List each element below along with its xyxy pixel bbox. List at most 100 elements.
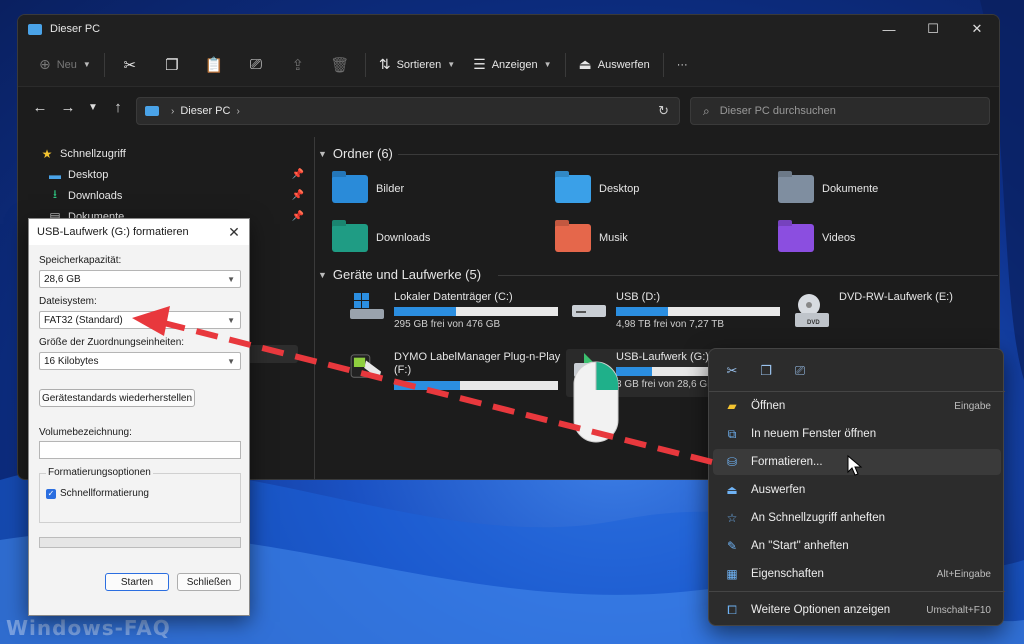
menu-item-open[interactable]: ▰ Öffnen Eingabe	[713, 393, 1001, 419]
chevron-down-icon: ▼	[543, 60, 552, 69]
forward-arrow-icon[interactable]: →	[54, 99, 82, 116]
delete-icon[interactable]: 🗑	[319, 50, 361, 80]
sidebar-item-quick-access[interactable]: ★ Schnellzugriff	[18, 143, 304, 164]
format-dialog: USB-Laufwerk (G:) formatieren ✕ Speicher…	[28, 218, 250, 616]
watermark: Windows-FAQ	[6, 616, 171, 640]
music-folder-icon	[555, 224, 591, 252]
view-button[interactable]: ☰ Anzeigen ▼	[464, 50, 560, 80]
label-printer-icon	[350, 354, 381, 380]
folder-open-icon: ▰	[727, 399, 737, 413]
copy-icon[interactable]: ❐	[749, 363, 783, 379]
menu-item-pin-start[interactable]: ✎ An "Start" anheften	[713, 533, 1001, 559]
menu-item-pin-quick-access[interactable]: ☆ An Schnellzugriff anheften	[713, 505, 1001, 531]
folder-music[interactable]: Musik	[555, 224, 628, 252]
breadcrumb-chevron-icon: ›	[236, 105, 240, 117]
chevron-down-icon: ▼	[318, 269, 327, 280]
chevron-down-icon: ▼	[227, 274, 235, 284]
refresh-icon[interactable]: ↻	[658, 103, 669, 119]
menu-item-properties[interactable]: ▦ Eigenschaften Alt+Eingabe	[713, 561, 1001, 587]
more-button[interactable]: ···	[668, 50, 697, 80]
sort-icon: ⇅	[378, 56, 391, 72]
format-icon: ⛁	[726, 455, 738, 469]
drive-e[interactable]: DVD DVD-RW-Laufwerk (E:)	[795, 291, 995, 337]
maximize-button[interactable]: ☐	[911, 15, 955, 43]
view-icon: ☰	[473, 56, 486, 72]
menu-item-open-new-window[interactable]: ⧉ In neuem Fenster öffnen	[713, 421, 1001, 447]
recent-locations-icon[interactable]: ▼	[82, 102, 104, 113]
chevron-down-icon: ▼	[227, 315, 235, 325]
minimize-button[interactable]: —	[867, 15, 911, 43]
sort-button[interactable]: ⇅ Sortieren ▼	[370, 50, 464, 80]
star-icon: ☆	[726, 511, 738, 525]
breadcrumb[interactable]: Dieser PC	[180, 105, 230, 117]
rename-icon[interactable]: ⎚	[783, 363, 817, 379]
breadcrumb-chevron-icon: ›	[171, 105, 175, 117]
checkmark-icon: ✓	[46, 488, 56, 499]
this-pc-icon	[28, 23, 42, 35]
allocation-unit-select[interactable]: 16 Kilobytes ▼	[39, 352, 241, 370]
folders-group-header[interactable]: ▼ Ordner (6)	[318, 146, 393, 161]
eject-icon: ⏏	[726, 483, 738, 497]
filesystem-select[interactable]: FAT32 (Standard) ▼	[39, 311, 241, 329]
chevron-down-icon: ▼	[227, 356, 235, 366]
address-bar[interactable]: › Dieser PC › ↻	[136, 97, 680, 125]
videos-folder-icon	[778, 224, 814, 252]
menu-item-eject[interactable]: ⏏ Auswerfen	[713, 477, 1001, 503]
usb-drive-icon	[572, 305, 606, 317]
paste-icon[interactable]: 📋	[193, 50, 235, 80]
chevron-down-icon: ▼	[82, 60, 91, 69]
chevron-down-icon: ▼	[318, 148, 327, 159]
folder-pictures[interactable]: Bilder	[332, 175, 404, 203]
drive-usage-fill	[394, 307, 457, 316]
desktop-folder-icon	[555, 175, 591, 203]
desktop-icon: ▬	[49, 167, 61, 182]
capacity-select[interactable]: 28,6 GB ▼	[39, 270, 241, 288]
close-button[interactable]: Schließen	[177, 573, 241, 591]
folder-videos[interactable]: Videos	[778, 224, 855, 252]
title-bar: Dieser PC — ☐ ✕	[18, 15, 999, 43]
sidebar-item-downloads[interactable]: ⭳ Downloads 📌	[18, 185, 304, 206]
drive-f[interactable]: DYMO LabelManager Plug-n-Play (F:)	[350, 351, 570, 397]
cut-icon[interactable]: ✂	[715, 363, 749, 379]
format-options-group: Formatierungsoptionen ✓ Schnellformatier…	[39, 467, 241, 523]
new-button[interactable]: ⊕ Neu ▼	[30, 50, 100, 80]
search-icon: ⌕	[703, 103, 710, 118]
back-arrow-icon[interactable]: ←	[26, 99, 54, 116]
pin-icon: 📌	[291, 190, 304, 201]
drive-d[interactable]: USB (D:) 4,98 TB frei von 7,27 TB	[572, 291, 792, 337]
mouse-illustration-icon	[573, 361, 619, 443]
folder-documents[interactable]: Dokumente	[778, 175, 878, 203]
up-arrow-icon[interactable]: ↑	[104, 99, 132, 116]
cut-icon[interactable]: ✂	[109, 50, 151, 80]
folder-desktop[interactable]: Desktop	[555, 175, 639, 203]
copy-icon[interactable]: ❐	[151, 50, 193, 80]
close-button[interactable]: ✕	[955, 15, 999, 43]
close-icon[interactable]: ✕	[219, 224, 249, 241]
eject-button[interactable]: ⏏ Auswerfen	[570, 50, 659, 80]
drive-usage-fill	[394, 381, 460, 390]
command-bar: ⊕ Neu ▼ ✂ ❐ 📋 ⎚ ⇪ 🗑 ⇅ Sortieren ▼ ☰ Anze…	[18, 43, 999, 87]
pane-divider[interactable]	[314, 137, 315, 479]
start-button[interactable]: Starten	[105, 573, 169, 591]
quick-format-checkbox[interactable]: ✓ Schnellformatierung	[46, 488, 149, 499]
drive-c[interactable]: Lokaler Datenträger (C:) 295 GB frei von…	[350, 291, 570, 337]
menu-item-more-options[interactable]: ⧠ Weitere Optionen anzeigen Umschalt+F10	[713, 597, 1001, 623]
menu-item-format[interactable]: ⛁ Formatieren...	[713, 449, 1001, 475]
drives-group-header[interactable]: ▼ Geräte und Laufwerke (5)	[318, 267, 481, 282]
drive-usage-bar	[616, 307, 780, 316]
volume-label-field[interactable]	[39, 441, 241, 459]
drive-usage-bar	[394, 381, 558, 390]
sidebar-item-desktop[interactable]: ▬ Desktop 📌	[18, 164, 304, 185]
folder-downloads[interactable]: Downloads	[332, 224, 430, 252]
downloads-folder-icon	[332, 224, 368, 252]
search-input[interactable]: ⌕ Dieser PC durchsuchen	[690, 97, 990, 125]
restore-defaults-button[interactable]: Gerätestandards wiederherstellen	[39, 389, 195, 407]
drive-usage-fill	[616, 307, 669, 316]
share-icon[interactable]: ⇪	[277, 50, 319, 80]
more-options-icon: ⧠	[727, 602, 737, 617]
format-dialog-titlebar: USB-Laufwerk (G:) formatieren ✕	[29, 219, 249, 245]
drive-usage-fill	[616, 367, 653, 376]
rename-icon[interactable]: ⎚	[235, 50, 277, 80]
star-icon: ★	[41, 146, 53, 161]
pin-icon: 📌	[291, 169, 304, 180]
